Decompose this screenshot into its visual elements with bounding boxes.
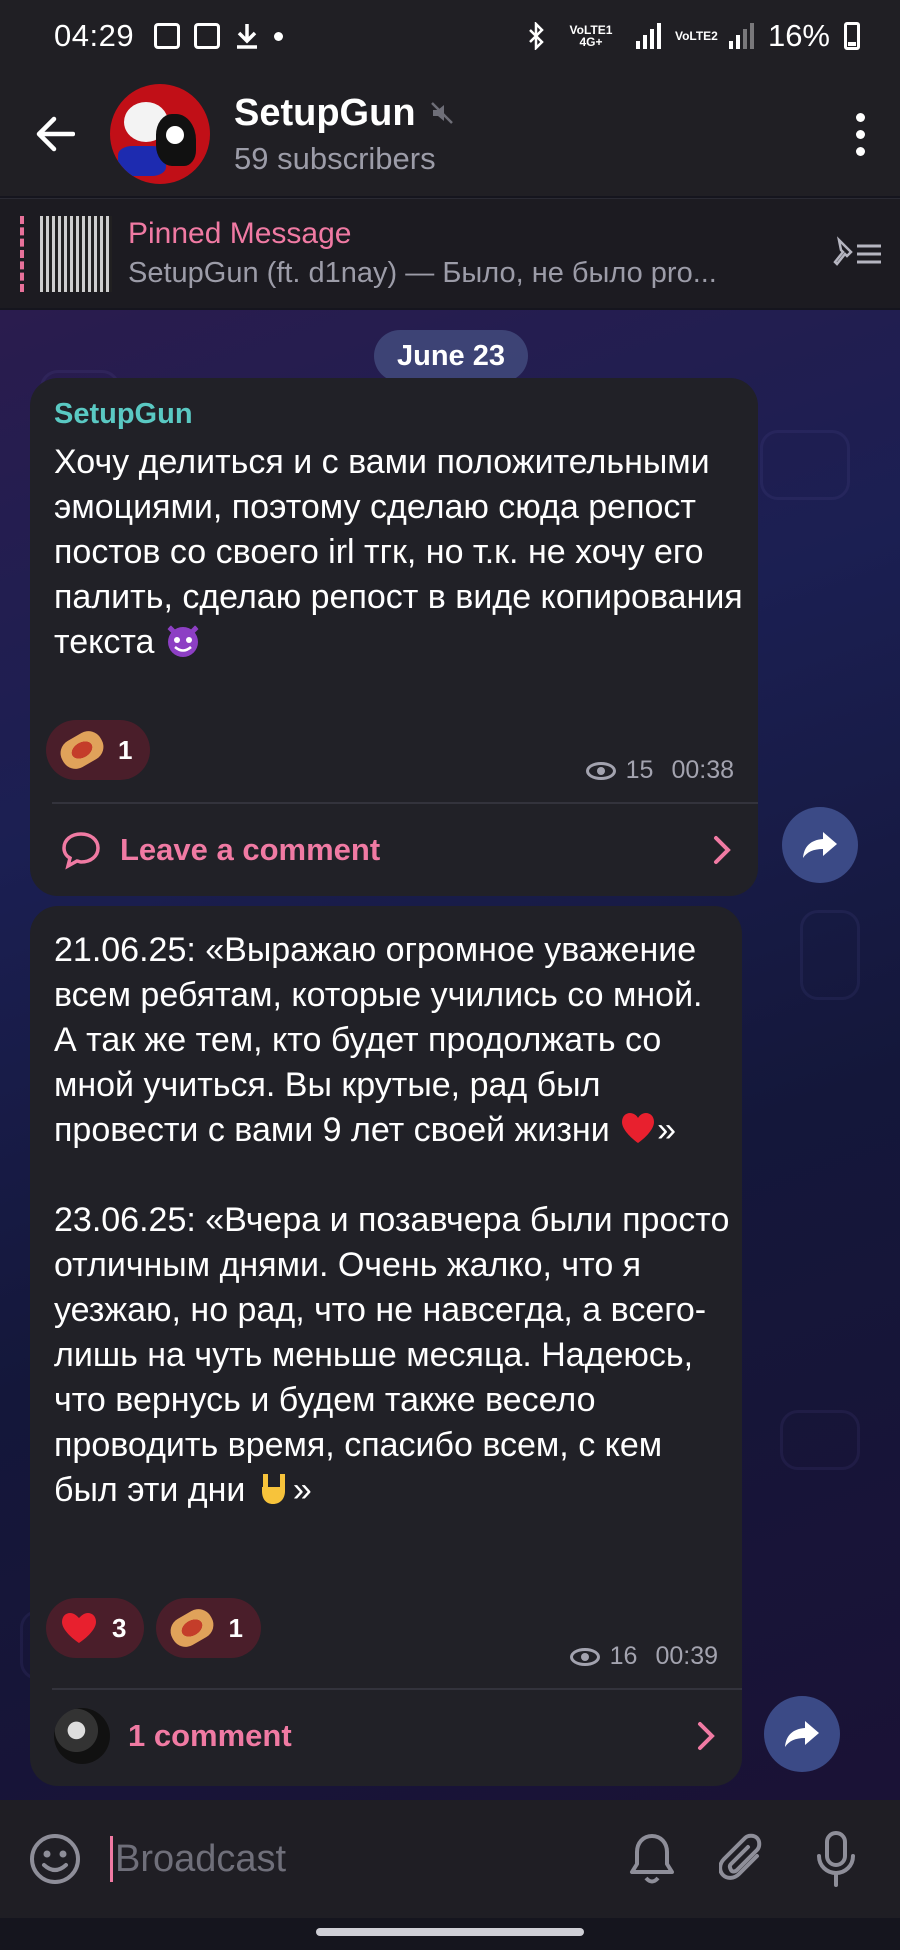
leave-comment-button[interactable]: Leave a comment bbox=[30, 804, 758, 896]
battery-percent: 16% bbox=[767, 18, 830, 53]
comment-label: Leave a comment bbox=[120, 832, 381, 867]
comment-bubble-icon bbox=[62, 832, 100, 870]
composer-bar: Broadcast bbox=[0, 1800, 900, 1918]
hotdog-icon bbox=[55, 726, 109, 774]
views-icon bbox=[585, 761, 616, 780]
message-meta: 15 00:38 bbox=[585, 756, 734, 785]
voice-message-button[interactable] bbox=[790, 1830, 882, 1888]
kebab-dot bbox=[855, 146, 865, 156]
message-text-part-1-end: » bbox=[657, 1111, 677, 1149]
signal-2-icon bbox=[728, 23, 754, 49]
pinned-list-button[interactable] bbox=[810, 235, 900, 272]
reaction-count: 3 bbox=[112, 1612, 127, 1643]
smiley-icon bbox=[30, 1834, 80, 1884]
reactions-row: 1 bbox=[46, 720, 151, 780]
pinned-preview: SetupGun (ft. d1nay) — Было, не было pro… bbox=[128, 257, 717, 289]
heart-icon bbox=[62, 1613, 96, 1643]
message-time: 00:39 bbox=[655, 1642, 718, 1670]
hotdog-icon bbox=[165, 1604, 220, 1652]
microphone-icon bbox=[817, 1831, 855, 1887]
message-bubble[interactable]: SetupGun Хочу делиться и с вами положите… bbox=[30, 378, 758, 896]
message-text-body: Хочу делиться и с вами положительными эм… bbox=[54, 443, 753, 661]
network-2-label: VoLTE2 bbox=[674, 29, 718, 43]
share-arrow-icon bbox=[803, 832, 837, 858]
view-count: 15 bbox=[625, 756, 654, 784]
reaction-hotdog[interactable]: 1 bbox=[156, 1598, 261, 1658]
kebab-dot bbox=[855, 129, 865, 139]
checkbox-icon bbox=[194, 23, 221, 49]
more-notifications-dot bbox=[274, 31, 284, 41]
back-arrow-icon bbox=[36, 116, 75, 152]
chat-header: SetupGun 59 subscribers bbox=[0, 72, 900, 196]
muted-icon bbox=[430, 102, 453, 124]
signal-1-icon bbox=[635, 23, 661, 49]
download-icon bbox=[237, 24, 258, 49]
message-text-part-2-end: » bbox=[292, 1471, 312, 1509]
pinned-thumbnail bbox=[40, 215, 112, 292]
paperclip-icon bbox=[719, 1833, 762, 1880]
views-icon bbox=[569, 1647, 600, 1666]
message-text: Хочу делиться и с вами положительными эм… bbox=[54, 440, 744, 665]
pinned-message-bar[interactable]: Pinned Message SetupGun (ft. d1nay) — Бы… bbox=[0, 198, 900, 308]
channel-avatar[interactable] bbox=[110, 84, 210, 184]
smiling-imp-emoji-icon bbox=[167, 625, 199, 657]
date-separator: June 23 bbox=[374, 330, 528, 382]
message-text: 21.06.25: «Выражаю огромное уважение все… bbox=[54, 928, 734, 1513]
reaction-count: 1 bbox=[228, 1612, 243, 1643]
message-time: 00:38 bbox=[671, 756, 734, 784]
network-1-label: VoLTE1 4G+ bbox=[569, 23, 613, 49]
home-indicator[interactable] bbox=[316, 1928, 584, 1936]
subscriber-count: 59 subscribers bbox=[234, 140, 436, 176]
pin-list-icon bbox=[833, 235, 881, 266]
status-bar: 04:29 VoLTE1 4G+ VoLTE2 16% bbox=[0, 0, 900, 72]
system-icons: VoLTE1 4G+ VoLTE2 16% bbox=[526, 18, 860, 54]
channel-title-block[interactable]: SetupGun 59 subscribers bbox=[234, 92, 820, 177]
input-placeholder: Broadcast bbox=[115, 1837, 287, 1880]
reaction-count: 1 bbox=[118, 734, 133, 765]
share-button[interactable] bbox=[764, 1696, 840, 1772]
reaction-hotdog[interactable]: 1 bbox=[46, 720, 151, 780]
comment-label: 1 comment bbox=[128, 1718, 292, 1753]
bluetooth-icon bbox=[529, 22, 544, 50]
back-button[interactable] bbox=[0, 72, 110, 196]
battery-icon bbox=[844, 22, 860, 50]
chevron-right-icon bbox=[714, 836, 731, 864]
share-button[interactable] bbox=[782, 807, 858, 883]
notification-icons bbox=[154, 22, 284, 50]
message-bubble[interactable]: 21.06.25: «Выражаю огромное уважение все… bbox=[30, 906, 742, 1786]
silent-broadcast-button[interactable] bbox=[606, 1832, 698, 1886]
channel-name: SetupGun bbox=[234, 91, 416, 134]
message-text-part-1: 21.06.25: «Выражаю огромное уважение все… bbox=[54, 931, 712, 1149]
more-options-button[interactable] bbox=[820, 72, 900, 196]
gallery-icon bbox=[154, 23, 181, 49]
emoji-button[interactable] bbox=[0, 1832, 110, 1886]
bell-icon bbox=[630, 1834, 674, 1884]
share-arrow-icon bbox=[785, 1721, 819, 1747]
pinned-text: Pinned Message SetupGun (ft. d1nay) — Бы… bbox=[128, 217, 810, 290]
pinned-indicator bbox=[20, 215, 24, 292]
status-time: 04:29 bbox=[54, 18, 135, 53]
message-sender: SetupGun bbox=[54, 398, 193, 430]
comments-button[interactable]: 1 comment bbox=[30, 1690, 742, 1782]
commenter-avatar bbox=[54, 1708, 110, 1764]
chevron-right-icon bbox=[698, 1722, 715, 1750]
red-heart-emoji-icon bbox=[622, 1113, 655, 1143]
reaction-heart[interactable]: 3 bbox=[46, 1598, 145, 1658]
message-text-part-2: 23.06.25: «Вчера и позавчера были просто… bbox=[54, 1201, 739, 1509]
rock-on-hand-emoji-icon bbox=[261, 1474, 285, 1504]
attach-button[interactable] bbox=[698, 1832, 790, 1886]
text-caret bbox=[110, 1836, 113, 1882]
view-count: 16 bbox=[609, 1642, 638, 1670]
pinned-title: Pinned Message bbox=[128, 217, 352, 250]
reactions-row: 3 1 bbox=[46, 1598, 261, 1658]
kebab-dot bbox=[855, 112, 865, 122]
message-meta: 16 00:39 bbox=[569, 1642, 718, 1671]
message-input[interactable]: Broadcast bbox=[110, 1836, 606, 1882]
